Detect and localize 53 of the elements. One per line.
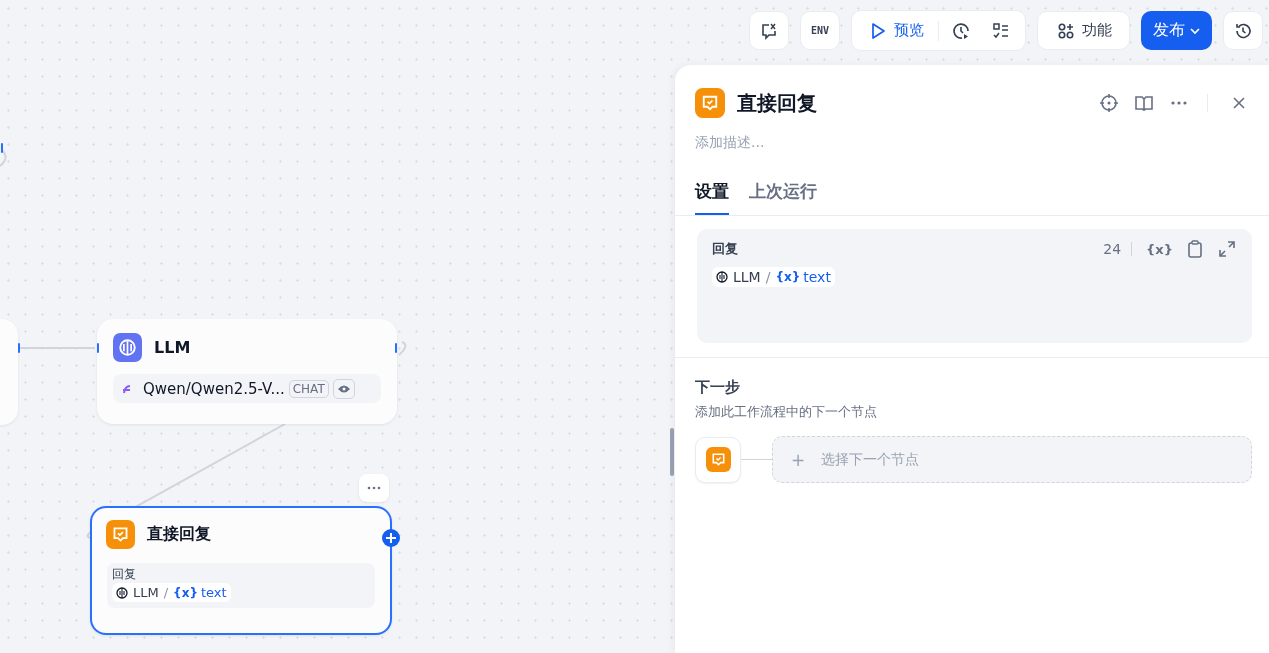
reply-editor[interactable]: 回复 24 {x} LLM / {x} text	[697, 229, 1252, 343]
features-button[interactable]: 功能	[1037, 11, 1130, 50]
model-logo-icon	[121, 382, 133, 395]
variable-chat-button[interactable]	[749, 11, 789, 50]
chat-check-icon	[106, 520, 135, 549]
publish-button[interactable]: 发布	[1141, 11, 1212, 50]
chat-check-icon	[705, 447, 731, 472]
node-handle[interactable]	[395, 343, 397, 353]
variable-name: text	[803, 269, 831, 285]
variable-name: text	[200, 585, 227, 600]
eye-icon	[337, 384, 350, 393]
checklist-icon	[991, 20, 1011, 41]
node-card[interactable]: LLM Qwen/Qwen2.5-V... CHAT	[97, 319, 397, 424]
node-title: LLM	[154, 338, 191, 357]
variable-mark: {x}	[775, 270, 801, 284]
edge-line	[398, 341, 407, 356]
field-label: 回复	[712, 240, 738, 258]
section-title: 下一步	[695, 378, 740, 397]
separator: /	[765, 269, 771, 285]
tab[interactable]: 设置	[695, 180, 729, 215]
more-icon	[367, 486, 381, 490]
history-button[interactable]	[1223, 11, 1263, 50]
expand-icon[interactable]	[1217, 239, 1237, 259]
panel-title: 直接回复	[737, 89, 817, 117]
preview-button[interactable]: 预览	[862, 20, 934, 41]
resize-handle[interactable]	[670, 428, 674, 476]
separator: /	[163, 585, 169, 600]
model-type-badge: CHAT	[288, 379, 329, 398]
section-subtitle: 添加此工作流程中的下一个节点	[695, 403, 877, 421]
clipboard-icon[interactable]	[1185, 239, 1205, 259]
node-handle[interactable]	[97, 343, 99, 353]
model-chip[interactable]: Qwen/Qwen2.5-V... CHAT	[113, 374, 381, 403]
add-icon[interactable]	[381, 528, 401, 548]
chevron-down-icon	[1188, 26, 1201, 35]
node-handle[interactable]	[18, 343, 20, 353]
model-name: Qwen/Qwen2.5-V...	[143, 379, 285, 398]
field-label: 回复	[112, 566, 136, 583]
node-name: LLM	[133, 585, 159, 600]
env-button[interactable]: ENV	[800, 11, 840, 50]
variable-mark: {x}	[173, 585, 198, 600]
crosshair-icon[interactable]	[1099, 93, 1119, 113]
node-title: 直接回复	[147, 524, 211, 545]
character-count: 24	[1103, 241, 1122, 257]
clock-play-icon	[951, 20, 971, 41]
node-handle[interactable]	[90, 530, 92, 540]
insert-variable-button[interactable]: {x}	[1146, 241, 1173, 257]
book-icon[interactable]	[1134, 93, 1154, 113]
chat-check-icon	[695, 88, 725, 118]
node-handle[interactable]	[1, 143, 3, 153]
edge-line	[0, 149, 7, 167]
tab[interactable]: 上次运行	[749, 180, 817, 215]
node-card[interactable]: 直接回复 回复 LLM / {x} text	[90, 506, 392, 635]
node-name: LLM	[733, 269, 761, 285]
